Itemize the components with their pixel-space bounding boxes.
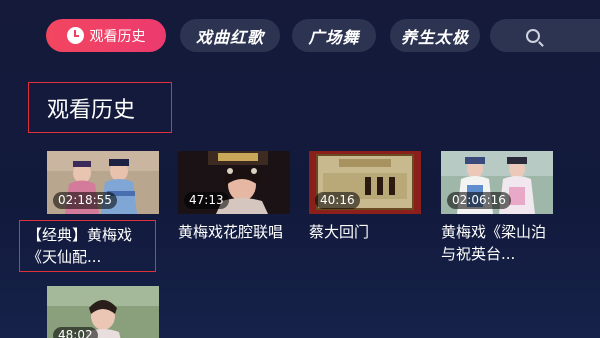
video-title: 黄梅戏花腔联唱	[178, 223, 284, 241]
tab-square-dance[interactable]: 广场舞	[292, 19, 376, 52]
tab-label: 养生太极	[400, 27, 469, 47]
video-title: 蔡大回门	[309, 223, 370, 241]
duration-badge: 02:18:55	[53, 192, 117, 209]
video-thumbnail: 02:18:55	[47, 151, 159, 214]
video-thumbnail: 40:16	[309, 151, 421, 214]
duration-badge: 47:13	[184, 192, 229, 209]
top-tab-bar: 观看历史 戏曲红歌 广场舞 养生太极	[46, 19, 600, 52]
tab-label: 广场舞	[308, 27, 360, 47]
duration-badge: 48:02	[53, 327, 98, 338]
search-button[interactable]	[490, 19, 600, 52]
video-thumbnail: 47:13	[178, 151, 290, 214]
duration-badge: 40:16	[315, 192, 360, 209]
search-icon	[526, 28, 540, 43]
tab-watch-history[interactable]: 观看历史	[46, 19, 166, 52]
duration-badge: 02:06:16	[447, 192, 511, 209]
video-title: 【经典】黄梅戏《天仙配...	[19, 220, 156, 272]
video-title: 黄梅戏《梁山泊与祝英台...	[441, 223, 547, 263]
video-thumbnail: 48:02	[47, 286, 159, 338]
tab-label: 戏曲红歌	[195, 27, 264, 47]
tab-opera-songs[interactable]: 戏曲红歌	[180, 19, 280, 52]
section-title-text: 观看历史	[47, 97, 136, 123]
video-thumbnail: 02:06:16	[441, 151, 553, 214]
clock-icon	[66, 27, 84, 44]
section-title: 观看历史	[28, 82, 172, 133]
tab-health-taichi[interactable]: 养生太极	[390, 19, 480, 52]
tab-label: 观看历史	[89, 28, 146, 45]
